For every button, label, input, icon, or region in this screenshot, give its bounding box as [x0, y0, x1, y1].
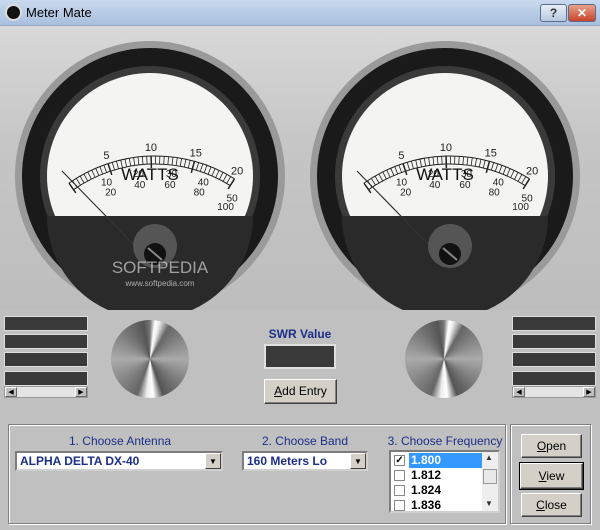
close-button[interactable]: Close: [521, 493, 582, 517]
meter-scale-label: 100: [512, 202, 529, 213]
checkbox[interactable]: [394, 500, 405, 511]
watermark-url: www.softpedia.com: [125, 279, 195, 288]
add-entry-mnemonic: A: [274, 384, 283, 398]
scroll-down-icon[interactable]: ▼: [485, 499, 493, 508]
left-knob[interactable]: [111, 320, 189, 398]
view-graph-button[interactable]: View Graph: [519, 462, 584, 507]
checkbox[interactable]: [394, 470, 405, 481]
chevron-down-icon[interactable]: ▼: [205, 453, 221, 469]
right-level-bar-2: [512, 334, 596, 349]
right-level-bar-3: [512, 352, 596, 367]
open-case-button[interactable]: Open Case: [521, 434, 582, 475]
right-knob[interactable]: [405, 320, 483, 398]
meter-scale-label: 80: [489, 188, 501, 199]
frequency-item[interactable]: ✓ 1.800: [393, 453, 483, 468]
meter-scale-label: 10: [440, 142, 452, 154]
meter-scale-label: 80: [194, 188, 206, 199]
frequency-scrollbar[interactable]: ▲ ▼: [482, 452, 498, 511]
meter-panel: 5 10 15 20 10 20 30 40 50 20 40 60 80 100 WATTS SOFTPED…: [0, 26, 600, 319]
frequency-value: 1.800: [409, 453, 483, 468]
band-label: 2. Choose Band: [261, 434, 349, 448]
meter-scale-label: 100: [217, 202, 234, 213]
left-level-bar-2: [4, 334, 88, 349]
frequency-item[interactable]: 1.812: [393, 468, 483, 483]
meter-icon: [5, 4, 22, 21]
window-title: Meter Mate: [26, 5, 92, 20]
meter-scale-label: 15: [485, 147, 497, 159]
meter-scale-label: 10: [145, 142, 157, 154]
scroll-left-icon[interactable]: ◀: [5, 387, 17, 397]
checkbox[interactable]: [394, 485, 405, 496]
close-window-button[interactable]: ✕: [568, 4, 596, 22]
swr-label: SWR Value: [268, 327, 332, 341]
antenna-value: ALPHA DELTA DX-40: [20, 454, 140, 468]
band-value: 160 Meters Lo: [247, 454, 328, 468]
chevron-down-icon[interactable]: ▼: [350, 453, 366, 469]
frequency-value: 1.824: [411, 483, 442, 497]
frequency-item[interactable]: 1.824: [393, 483, 483, 498]
meter-unit-label: WATTS: [416, 165, 474, 184]
antenna-label: 1. Choose Antenna: [68, 434, 172, 448]
help-button[interactable]: ?: [540, 4, 567, 22]
left-level-bar-3: [4, 352, 88, 367]
scroll-left-icon[interactable]: ◀: [513, 387, 525, 397]
scroll-right-icon[interactable]: ▶: [75, 387, 87, 397]
meter-scale-label: 20: [400, 188, 412, 199]
frequency-item[interactable]: 1.836: [393, 498, 483, 513]
add-entry-button[interactable]: Add Entry: [264, 379, 337, 404]
add-entry-label: dd Entry: [282, 384, 327, 398]
band-select[interactable]: 160 Meters Lo ▼: [242, 451, 368, 471]
scroll-thumb[interactable]: [483, 469, 497, 484]
left-level-bar-4: [4, 371, 88, 386]
meter-unit-label: WATTS: [121, 165, 179, 184]
scroll-right-icon[interactable]: ▶: [583, 387, 595, 397]
frequency-list[interactable]: ✓ 1.800 1.812 1.824 1.836 ▲ ▼: [389, 450, 500, 513]
right-scrollbar[interactable]: ◀ ▶: [512, 386, 596, 398]
meter-scale-label: 5: [398, 150, 404, 162]
meters-graphic: 510 15201020 3040502040 6080100WATTSSOFTPED…: [15, 41, 580, 319]
title-bar: Meter Mate ? ✕: [0, 0, 600, 26]
watermark: SOFTPEDIA: [112, 258, 209, 277]
meter-scale-label: 20: [105, 188, 117, 199]
left-level-bar-1: [4, 316, 88, 331]
scroll-up-icon[interactable]: ▲: [485, 453, 493, 462]
right-level-bar-1: [512, 316, 596, 331]
meter-scale-label: 5: [103, 150, 109, 162]
frequency-value: 1.812: [411, 468, 442, 482]
antenna-select[interactable]: ALPHA DELTA DX-40 ▼: [15, 451, 223, 471]
frequency-label: 3. Choose Frequency: [387, 434, 503, 448]
left-scrollbar[interactable]: ◀ ▶: [4, 386, 88, 398]
right-level-bar-4: [512, 371, 596, 386]
mnemonic: O: [536, 439, 547, 453]
close-label: lose: [544, 498, 567, 512]
meter-scale-label: 20: [526, 166, 538, 178]
frequency-value: 1.836: [411, 498, 442, 512]
mnemonic: C: [536, 498, 545, 512]
meter-scale-label: 15: [190, 147, 202, 159]
meter-scale-label: 20: [231, 166, 243, 178]
checkbox[interactable]: ✓: [394, 455, 405, 466]
swr-value-display: [264, 344, 336, 369]
